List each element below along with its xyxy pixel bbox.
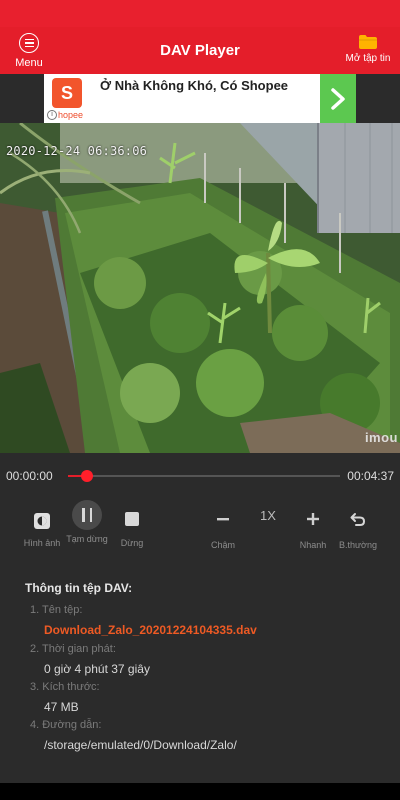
normal-speed-button[interactable]: B.thường — [336, 506, 380, 550]
normal-speed-label: B.thường — [339, 540, 377, 550]
ad-arrow-button[interactable] — [320, 74, 356, 123]
ad-text: Ở Nhà Không Khó, Có Shopee — [100, 78, 289, 93]
seek-thumb[interactable] — [81, 470, 94, 482]
pause-icon — [72, 500, 102, 530]
pause-button[interactable]: Tạm dừng — [64, 500, 110, 544]
duration-label: 2. Thời gian phát: — [30, 643, 116, 655]
ad-brand: hopee — [58, 110, 84, 120]
seek-bar[interactable] — [68, 470, 340, 482]
video-frame[interactable]: 2020-12-24 06:36:06 imou — [0, 123, 400, 453]
chevron-right-icon — [331, 87, 345, 110]
faster-label: Nhanh — [299, 540, 327, 550]
undo-icon — [350, 513, 366, 526]
file-name-value: Download_Zalo_20201224104335.dav — [44, 623, 257, 637]
slower-button[interactable]: Chậm — [203, 506, 243, 550]
app-title: DAV Player — [160, 42, 240, 59]
file-name-item: 1. Tên tệp: Download_Zalo_20201224104335… — [30, 604, 390, 637]
file-name-label: 1. Tên tệp: — [30, 604, 83, 616]
current-time: 00:00:00 — [6, 469, 53, 483]
open-file-button[interactable]: Mở tập tin — [344, 35, 392, 64]
status-bar — [0, 0, 400, 27]
stop-button[interactable]: Dừng — [112, 506, 152, 548]
plus-icon — [307, 513, 319, 525]
garden-scene — [0, 123, 400, 453]
snapshot-button[interactable]: Hình ảnh — [20, 506, 64, 548]
path-value: /storage/emulated/0/Download/Zalo/ — [44, 738, 237, 752]
app-bar: Menu DAV Player Mở tập tin — [0, 27, 400, 74]
stop-icon — [125, 512, 139, 526]
folder-icon — [359, 35, 377, 49]
snapshot-label: Hình ảnh — [23, 538, 61, 548]
file-info-title: Thông tin tệp DAV: — [25, 581, 133, 595]
speed-indicator: 1X — [248, 508, 288, 523]
ad-banner[interactable]: S i hopee Ở Nhà Không Khó, Có Shopee — [44, 74, 356, 123]
size-value: 47 MB — [44, 700, 79, 714]
stop-label: Dừng — [120, 538, 144, 548]
minus-icon — [217, 518, 229, 521]
slower-label: Chậm — [210, 540, 235, 550]
player-controls: 00:00:00 00:04:37 Hình ảnh Tạm dừng Dừng… — [0, 453, 400, 563]
speed-value: 1X — [260, 508, 276, 523]
ad-info-icon[interactable]: i — [47, 110, 57, 120]
snapshot-icon — [34, 513, 50, 529]
imou-watermark: imou — [364, 430, 398, 445]
faster-button[interactable]: Nhanh — [293, 506, 333, 550]
path-label: 4. Đường dẫn: — [30, 719, 102, 731]
pause-label: Tạm dừng — [66, 534, 108, 544]
size-label: 3. Kích thước: — [30, 681, 100, 693]
path-item: 4. Đường dẫn: /storage/emulated/0/Downlo… — [30, 719, 390, 752]
duration-item: 2. Thời gian phát: 0 giờ 4 phút 37 giây — [30, 643, 390, 676]
video-timestamp: 2020-12-24 06:36:06 — [6, 144, 148, 158]
navigation-bar — [0, 783, 400, 800]
size-item: 3. Kích thước: 47 MB — [30, 681, 390, 714]
file-info-panel: Thông tin tệp DAV: 1. Tên tệp: Download_… — [0, 563, 400, 783]
shopee-logo: S — [52, 78, 82, 108]
duration-value: 0 giờ 4 phút 37 giây — [44, 662, 150, 676]
total-time: 00:04:37 — [347, 469, 394, 483]
open-file-label: Mở tập tin — [345, 53, 391, 64]
